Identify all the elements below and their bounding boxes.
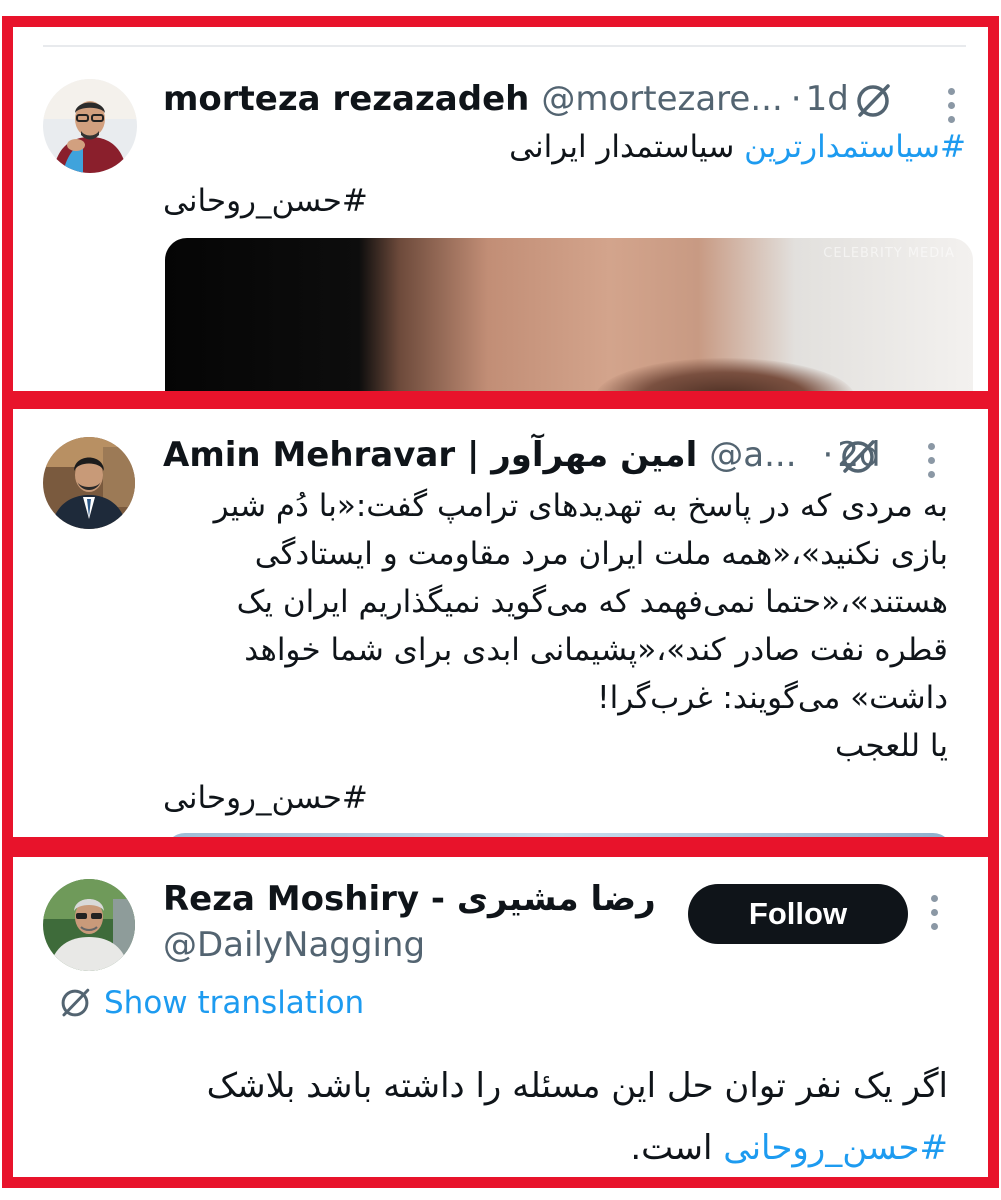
tweet-text: #سیاستمدارترین سیاستمدار ایرانی <box>146 123 966 171</box>
author-handle[interactable]: @mortezare... <box>541 79 782 119</box>
media-content <box>595 358 855 391</box>
separator: · <box>822 435 834 475</box>
author-name[interactable]: Reza Moshiry - رضا مشیری <box>163 879 656 919</box>
author-handle[interactable]: @a... <box>709 435 796 475</box>
separator: · <box>790 79 802 119</box>
avatar[interactable] <box>43 437 135 529</box>
hashtag-link[interactable]: #حسن_روحانی <box>163 177 368 225</box>
tweet-text-line: قطره نفت صادر کند»،«پشیمانی ابدی برای شم… <box>244 632 948 668</box>
tweet-header: morteza rezazadeh @mortezare... · 1d <box>163 79 849 119</box>
follow-button[interactable]: Follow <box>688 884 908 944</box>
tweet-1[interactable]: morteza rezazadeh @mortezare... · 1d #سی… <box>2 16 999 402</box>
hashtag-link[interactable]: #حسن_روحانی <box>723 1128 948 1168</box>
hashtag-link[interactable]: #سیاستمدارترین <box>744 129 966 165</box>
tweet-header: Amin Mehravar | امین مهرآور @a... · 2d <box>163 435 881 475</box>
tweet-header: Reza Moshiry - رضا مشیری <box>163 879 656 919</box>
tweet-text-line: #حسن_روحانی است. <box>98 1117 948 1177</box>
avatar[interactable] <box>43 879 135 971</box>
tweet-text-line: اگر یک نفر توان حل این مسئله را داشته با… <box>206 1066 948 1106</box>
divider <box>43 45 966 47</box>
tweet-2[interactable]: Amin Mehravar | امین مهرآور @a... · 2d ب… <box>2 398 999 848</box>
author-name[interactable]: Amin Mehravar | امین مهرآور <box>163 435 697 475</box>
tweet-text-line: داشت» می‌گویند: غرب‌گرا! <box>597 680 948 716</box>
tweet-text-line: هستند»،«حتما نمی‌فهمد که می‌گوید نمیگذار… <box>236 584 948 620</box>
tweet-3[interactable]: Reza Moshiry - رضا مشیری @DailyNagging F… <box>2 846 999 1188</box>
author-name[interactable]: morteza rezazadeh <box>163 79 529 119</box>
tweet-text-line: بازی نکنید»،«همه ملت ایران مرد مقاومت و … <box>254 536 948 572</box>
avatar[interactable] <box>43 79 137 173</box>
tweet-text: اگر یک نفر توان حل این مسئله را داشته با… <box>98 1055 948 1177</box>
tweet-media-video[interactable]: CELEBRITY MEDIA <box>165 238 973 391</box>
grok-icon[interactable] <box>853 81 893 121</box>
more-options-icon[interactable] <box>928 443 936 485</box>
tweet-text-line: به مردی که در پاسخ به تهدیدهای ترامپ گفت… <box>213 488 948 524</box>
translate-icon <box>61 988 90 1017</box>
more-options-icon[interactable] <box>931 895 939 937</box>
media-watermark: CELEBRITY MEDIA <box>823 246 955 261</box>
timestamp[interactable]: 1d <box>806 79 849 119</box>
hashtag-link[interactable]: #حسن_روحانی <box>163 774 368 822</box>
grok-icon[interactable] <box>838 437 878 477</box>
author-handle-row: @DailyNagging <box>163 925 425 965</box>
tweet-text-line: یا للعجب <box>834 728 948 764</box>
tweet-text: به مردی که در پاسخ به تهدیدهای ترامپ گفت… <box>128 482 948 770</box>
author-handle[interactable]: @DailyNagging <box>163 925 425 965</box>
tweet-text-tail: است. <box>630 1128 724 1168</box>
show-translation-link[interactable]: Show translation <box>58 985 364 1021</box>
show-translation-label[interactable]: Show translation <box>104 985 364 1021</box>
tweet-text-line: سیاستمدار ایرانی <box>509 129 745 165</box>
